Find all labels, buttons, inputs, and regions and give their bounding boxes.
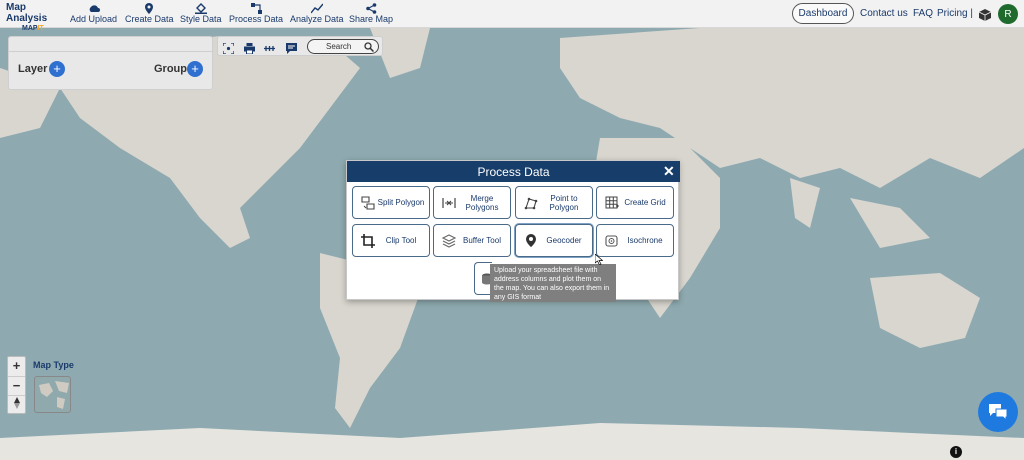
contact-us-link[interactable]: Contact us bbox=[860, 8, 908, 19]
nav-process-data[interactable]: Process Data bbox=[229, 3, 283, 25]
geocoder-button[interactable]: Geocoder bbox=[515, 224, 593, 257]
merge-polygons-icon bbox=[441, 195, 457, 211]
nav-label: Analyze Data bbox=[290, 14, 344, 24]
nav-create-data[interactable]: Create Data bbox=[125, 3, 174, 25]
tool-label: Merge Polygons bbox=[465, 193, 499, 212]
search-label: Search bbox=[326, 42, 352, 51]
nav-analyze-data[interactable]: Analyze Data bbox=[290, 3, 344, 25]
create-grid-button[interactable]: Create Grid bbox=[596, 186, 674, 219]
measure-icon[interactable] bbox=[264, 41, 275, 52]
tool-label: Create Grid bbox=[624, 198, 666, 207]
paint-bucket-icon bbox=[194, 3, 207, 14]
location-pin-icon bbox=[523, 233, 539, 249]
point-to-polygon-icon bbox=[523, 195, 539, 211]
crop-icon bbox=[360, 233, 376, 249]
mouse-pointer-icon bbox=[594, 252, 604, 270]
split-polygon-icon bbox=[360, 195, 376, 211]
zoom-in-button[interactable]: + bbox=[8, 357, 25, 375]
nav-label: Create Data bbox=[125, 14, 174, 24]
map-thumbnail-image bbox=[39, 381, 69, 409]
user-avatar[interactable]: R bbox=[998, 4, 1018, 24]
nav-add-upload[interactable]: Add Upload bbox=[70, 3, 117, 25]
top-navigation-bar: Map Analysis MAPIT Add Upload Create Dat… bbox=[0, 0, 1024, 32]
nav-label: Share Map bbox=[349, 14, 394, 24]
layer-label: Layer bbox=[18, 63, 48, 75]
point-to-polygon-button[interactable]: Point to Polygon bbox=[515, 186, 593, 219]
tool-label: Geocoder bbox=[546, 236, 582, 245]
nav-label: Process Data bbox=[229, 14, 284, 24]
modal-title: Process Data bbox=[477, 165, 550, 179]
logo-title: Map Analysis bbox=[6, 2, 48, 24]
print-icon[interactable] bbox=[244, 41, 255, 55]
isochrone-button[interactable]: Isochrone bbox=[596, 224, 674, 257]
analyze-icon bbox=[310, 3, 323, 14]
cube-icon[interactable] bbox=[978, 8, 992, 26]
grid-icon bbox=[604, 195, 620, 211]
split-polygon-button[interactable]: Split Polygon bbox=[352, 186, 430, 219]
tool-label: Point to Polygon bbox=[549, 193, 579, 212]
map-pin-icon bbox=[143, 3, 155, 14]
layers-icon bbox=[441, 233, 457, 249]
modal-header: Process Data ✕ bbox=[347, 161, 680, 182]
nav-label: Add Upload bbox=[70, 14, 118, 24]
buffer-tool-button[interactable]: Buffer Tool bbox=[433, 224, 511, 257]
map-type-thumbnail[interactable] bbox=[34, 376, 71, 413]
isochrone-icon bbox=[604, 233, 620, 249]
share-icon bbox=[365, 3, 377, 14]
map-search-button[interactable]: Search bbox=[307, 39, 379, 54]
merge-polygons-button[interactable]: Merge Polygons bbox=[433, 186, 511, 219]
nav-style-data[interactable]: Style Data bbox=[180, 3, 222, 25]
compass-icon bbox=[13, 397, 20, 409]
nav-share-map[interactable]: Share Map bbox=[349, 3, 393, 25]
fullscreen-icon[interactable] bbox=[222, 41, 235, 55]
process-icon bbox=[250, 3, 262, 14]
map-type-label: Map Type bbox=[33, 360, 74, 370]
chat-bubble-icon bbox=[989, 404, 1008, 421]
map-toolbar: Search bbox=[217, 36, 383, 56]
layer-panel: Layer + Group + bbox=[8, 36, 214, 90]
cloud-upload-icon bbox=[88, 3, 100, 14]
clip-tool-button[interactable]: Clip Tool bbox=[352, 224, 430, 257]
zoom-controls: + − bbox=[7, 356, 26, 414]
reset-north-button[interactable] bbox=[8, 395, 25, 413]
pricing-link[interactable]: Pricing | bbox=[937, 8, 973, 19]
add-layer-button[interactable]: + bbox=[49, 61, 65, 77]
app-logo[interactable]: Map Analysis MAPIT bbox=[6, 2, 66, 33]
panel-divider bbox=[9, 51, 214, 52]
faq-link[interactable]: FAQ bbox=[913, 8, 933, 19]
comment-icon[interactable] bbox=[286, 41, 297, 54]
tool-label: Split Polygon bbox=[377, 198, 425, 207]
tool-label: Clip Tool bbox=[385, 236, 417, 245]
info-icon[interactable]: i bbox=[950, 446, 962, 458]
group-label: Group bbox=[154, 63, 187, 75]
search-icon bbox=[364, 42, 374, 52]
dashboard-button[interactable]: Dashboard bbox=[792, 3, 854, 24]
nav-label: Style Data bbox=[180, 14, 222, 24]
tool-label: Buffer Tool bbox=[463, 236, 501, 245]
chat-button[interactable] bbox=[978, 392, 1018, 432]
add-group-button[interactable]: + bbox=[187, 61, 203, 77]
close-icon[interactable]: ✕ bbox=[663, 164, 675, 178]
logo-subtitle: MAPIT bbox=[22, 25, 44, 32]
tool-label: Isochrone bbox=[627, 236, 663, 245]
zoom-out-button[interactable]: − bbox=[8, 376, 25, 394]
